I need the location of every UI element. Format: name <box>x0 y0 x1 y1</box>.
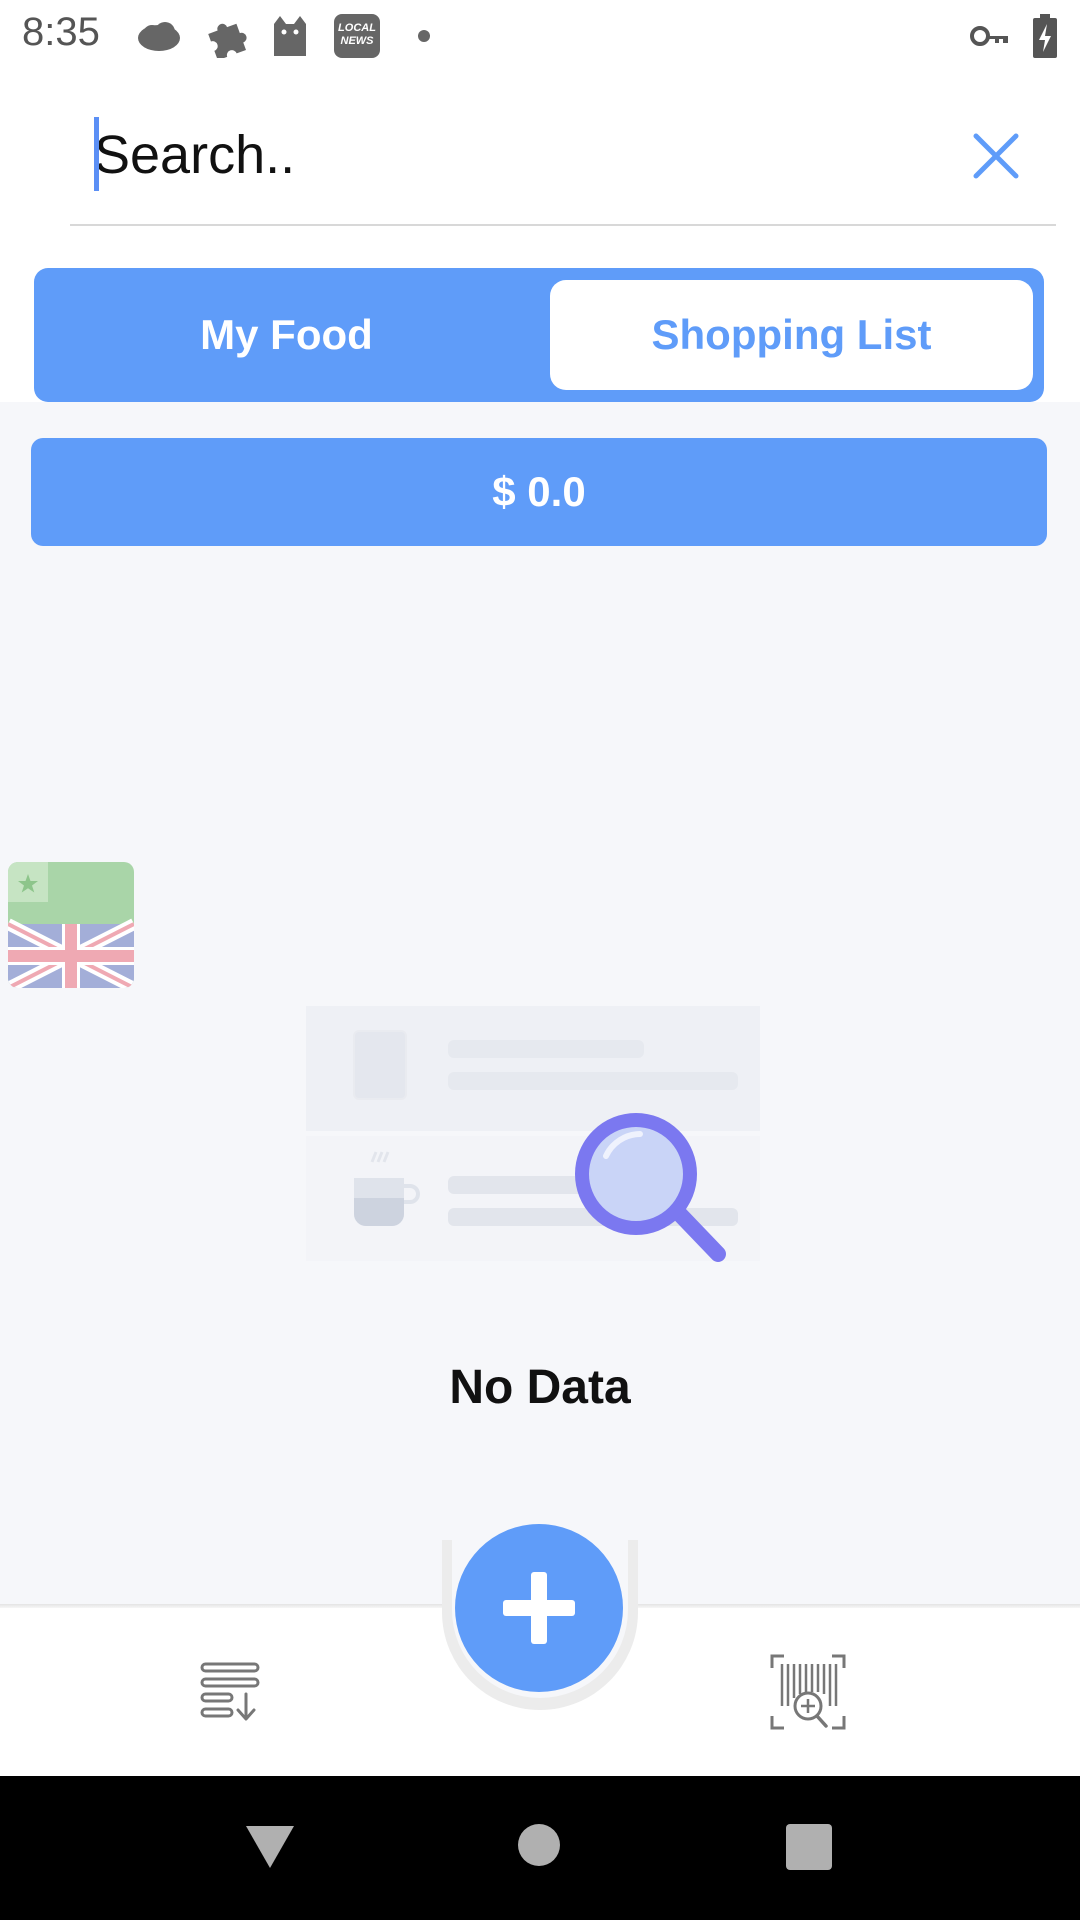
dot-icon <box>418 30 430 42</box>
plus-icon <box>503 1572 575 1644</box>
barcode-scan-icon[interactable] <box>770 1654 846 1730</box>
no-data-message: No Data <box>449 1361 631 1414</box>
total-price-bar[interactable]: $ 0.0 <box>31 438 1047 546</box>
status-time: 8:35 <box>22 10 100 54</box>
home-icon[interactable] <box>518 1824 560 1866</box>
local-news-icon: LOCAL NEWS <box>334 14 380 58</box>
list-download-icon[interactable] <box>200 1660 264 1724</box>
local-news-text: LOCAL NEWS <box>338 22 376 47</box>
battery-charging-icon <box>1033 14 1057 58</box>
vpn-key-icon <box>970 26 1008 46</box>
text-cursor <box>94 117 99 191</box>
content-area <box>0 402 1080 1608</box>
cloud-icon <box>138 22 180 51</box>
back-icon[interactable] <box>244 1822 296 1870</box>
tab-shopping-list-label: Shopping List <box>651 311 932 358</box>
close-icon[interactable] <box>968 128 1024 184</box>
total-price-label: $ 0.0 <box>492 468 586 515</box>
tab-my-food[interactable]: My Food <box>34 268 539 402</box>
empty-search-illustration <box>306 1006 760 1262</box>
add-button[interactable] <box>455 1524 623 1692</box>
tab-my-food-label: My Food <box>200 311 373 358</box>
tab-shopping-list[interactable]: Shopping List <box>550 280 1033 390</box>
esperanto-english-flag-icon[interactable] <box>8 862 134 988</box>
search-input[interactable] <box>94 110 934 200</box>
puzzle-icon <box>208 23 247 58</box>
search-underline <box>70 224 1056 226</box>
cat-icon <box>274 16 306 56</box>
recent-apps-icon[interactable] <box>786 1824 832 1870</box>
